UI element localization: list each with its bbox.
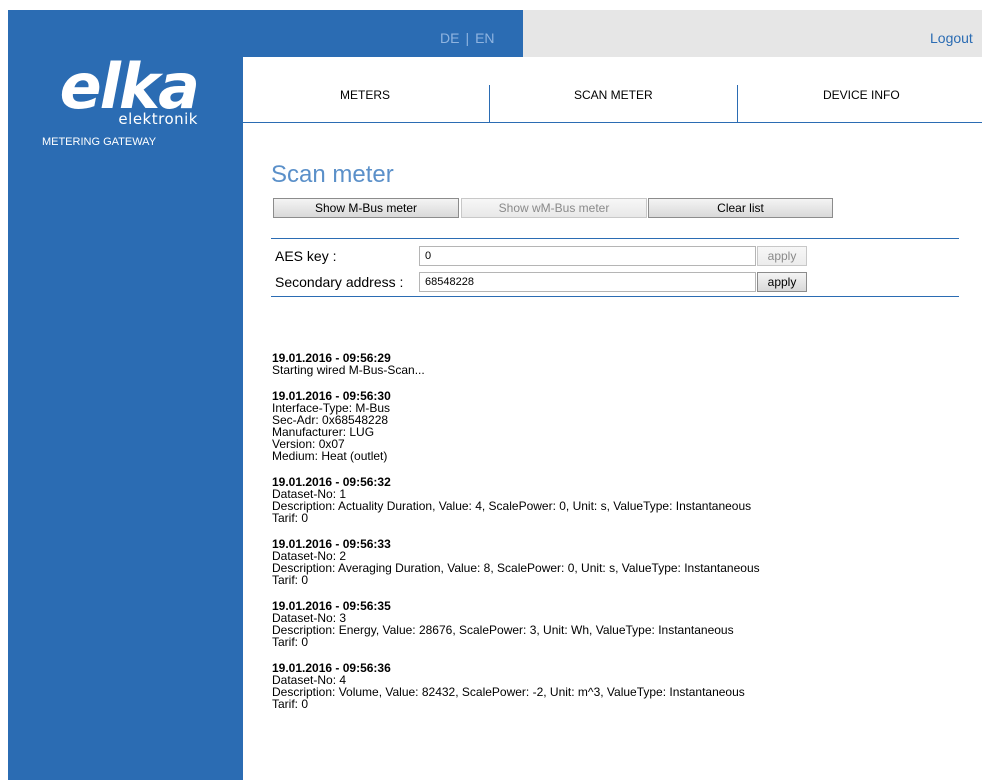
logo-wordmark: elka	[59, 50, 200, 123]
divider	[271, 296, 959, 297]
header-user-bar	[523, 10, 982, 57]
lang-separator: |	[465, 30, 470, 46]
scan-log: 19.01.2016 - 09:56:29 Starting wired M-Bu…	[272, 352, 972, 724]
log-entry: 19.01.2016 - 09:56:32 Dataset-No: 1 Descri…	[272, 476, 972, 524]
log-entry: 19.01.2016 - 09:56:36 Dataset-No: 4 Descri…	[272, 662, 972, 710]
log-entry: 19.01.2016 - 09:56:35 Dataset-No: 3 Descri…	[272, 600, 972, 648]
secondary-address-input[interactable]	[419, 272, 756, 292]
nav-device-info[interactable]: DEVICE INFO	[823, 88, 900, 102]
log-entry: 19.01.2016 - 09:56:30 Interface-Type: M-B…	[272, 390, 972, 462]
log-line: Tarif: 0	[272, 635, 309, 649]
log-timestamp: 19.01.2016 - 09:56:33	[272, 537, 391, 551]
logout-link[interactable]: Logout	[930, 30, 973, 46]
elka-logo: elka elektronik	[48, 50, 208, 148]
log-line: Starting wired M-Bus-Scan...	[272, 363, 425, 377]
log-line: Sec-Adr: 0x68548228	[272, 413, 389, 427]
logo-tagline: METERING GATEWAY	[41, 136, 157, 148]
main-navigation: METERS SCAN METER DEVICE INFO	[243, 57, 982, 123]
aes-key-input[interactable]	[419, 246, 756, 266]
log-timestamp: 19.01.2016 - 09:56:35	[272, 599, 391, 613]
log-line: Description: Energy, Value: 28676, Scale…	[272, 623, 734, 637]
secondary-address-label: Secondary address :	[275, 274, 404, 290]
aes-apply-button[interactable]: apply	[757, 246, 807, 266]
log-line: Tarif: 0	[272, 511, 309, 525]
page-title: Scan meter	[271, 161, 394, 188]
log-line: Description: Volume, Value: 82432, Scale…	[272, 685, 745, 699]
secondary-apply-button[interactable]: apply	[757, 272, 807, 292]
log-timestamp: 19.01.2016 - 09:56:36	[272, 661, 391, 675]
log-entry: 19.01.2016 - 09:56:29 Starting wired M-Bu…	[272, 352, 972, 376]
logo-subword: elektronik	[118, 110, 198, 128]
nav-divider	[489, 85, 490, 123]
log-timestamp: 19.01.2016 - 09:56:32	[272, 475, 391, 489]
lang-en-link[interactable]: EN	[475, 30, 494, 46]
log-line: Manufacturer: LUG	[272, 425, 375, 439]
log-line: Tarif: 0	[272, 573, 309, 587]
language-switcher: DE | EN	[440, 30, 495, 46]
divider	[271, 238, 959, 239]
show-wmbus-meter-button[interactable]: Show wM-Bus meter	[461, 198, 647, 218]
log-line: Description: Actuality Duration, Value: …	[272, 499, 752, 513]
log-line: Medium: Heat (outlet)	[272, 449, 388, 463]
lang-de-link[interactable]: DE	[440, 30, 459, 46]
show-mbus-meter-button[interactable]: Show M-Bus meter	[273, 198, 459, 218]
log-line: Tarif: 0	[272, 697, 309, 711]
nav-scan-meter[interactable]: SCAN METER	[574, 88, 653, 102]
clear-list-button[interactable]: Clear list	[648, 198, 833, 218]
log-entry: 19.01.2016 - 09:56:33 Dataset-No: 2 Descri…	[272, 538, 972, 586]
nav-meters[interactable]: METERS	[340, 88, 390, 102]
aes-key-label: AES key :	[275, 248, 337, 264]
nav-divider	[737, 85, 738, 123]
log-line: Description: Averaging Duration, Value: …	[272, 561, 760, 575]
